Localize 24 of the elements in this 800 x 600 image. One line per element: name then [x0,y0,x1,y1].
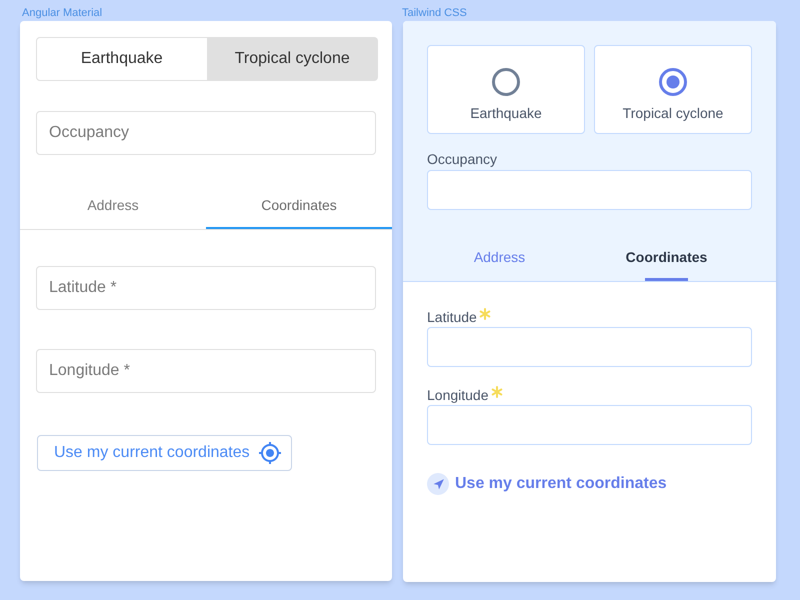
radio-label: Tropical cyclone [622,104,724,123]
coordinate-input[interactable] [427,405,752,445]
coordinate-input[interactable]: Longitude * [36,349,376,393]
coordinate-input[interactable]: Latitude * [36,266,376,310]
radio-label: Earthquake [470,104,542,123]
panel-caption: Tailwind CSS [402,6,468,21]
occupancy-input[interactable]: Occupancy [36,111,376,155]
field-label: Longitude [427,386,489,405]
occupancy-input[interactable] [427,170,752,210]
radio-card[interactable]: Earthquake [427,45,585,134]
panel-caption: Angular Material [21,6,104,21]
toggle-option[interactable]: Earthquake [36,37,208,81]
radio-card[interactable]: Tropical cyclone [594,45,752,134]
use-location-link[interactable]: Use my current coordinates [427,472,667,496]
tab[interactable]: Address [20,181,206,229]
field-label: Occupancy [427,150,498,169]
tab[interactable]: Coordinates [583,233,750,281]
toggle-option[interactable]: Tropical cyclone [208,37,378,81]
my-location-icon [258,442,281,464]
tab[interactable]: Coordinates [206,181,392,229]
field-label: Latitude [427,308,477,327]
radio-selected-icon[interactable] [659,68,687,96]
radio-icon[interactable] [492,68,520,96]
coordinate-input[interactable] [427,327,752,367]
